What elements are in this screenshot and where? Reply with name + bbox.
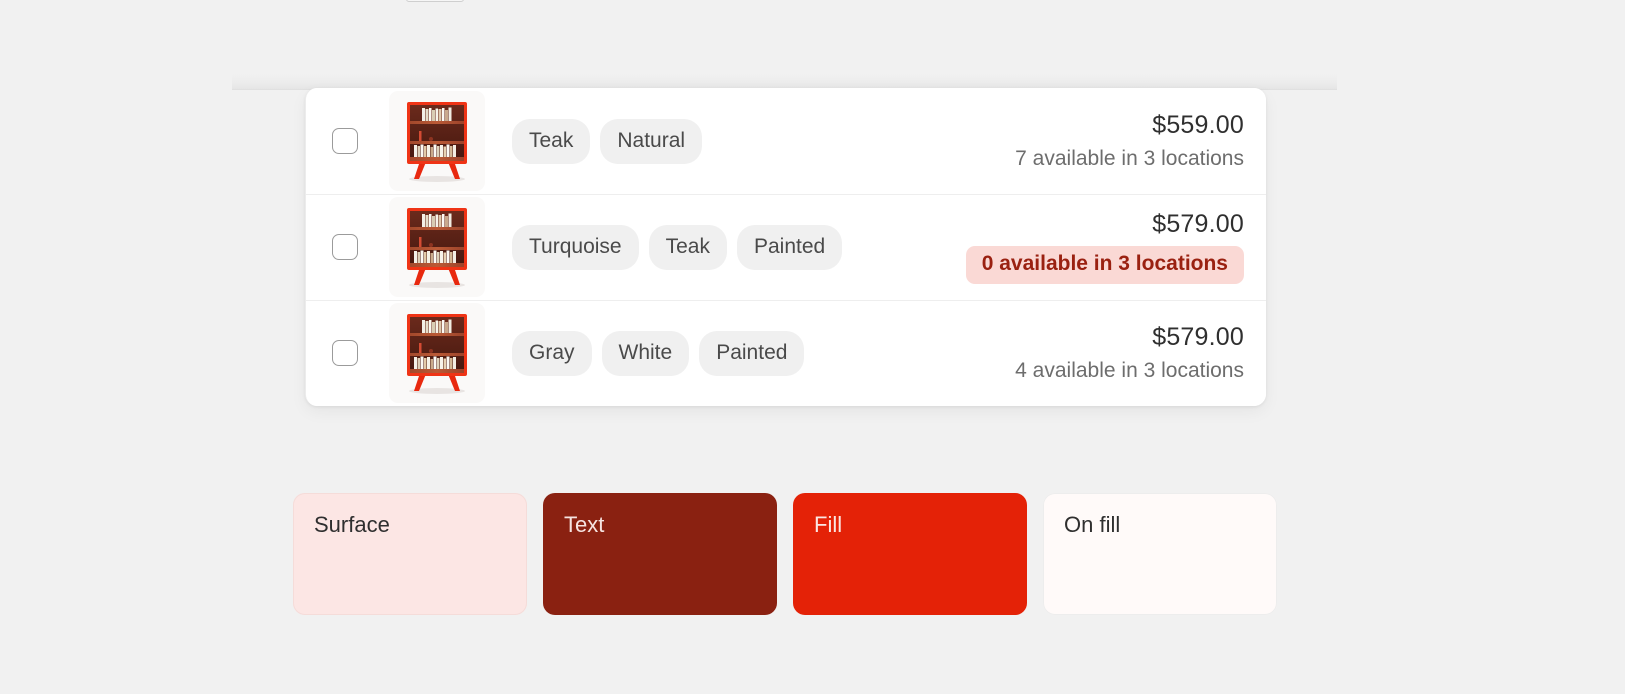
status-badge: 0 available in 3 locations	[965, 246, 1244, 284]
product-thumbnail-cell	[384, 88, 490, 194]
row-checkbox[interactable]	[332, 234, 358, 260]
variant-tag-chip[interactable]: Painted	[736, 224, 843, 270]
screen: Teak Natural $559.00 7 available in 3 lo…	[0, 0, 1625, 694]
bookshelf-icon	[389, 303, 485, 403]
table-row[interactable]: Gray White Painted $579.00 4 available i…	[306, 300, 1266, 406]
variant-tag-chip[interactable]: Turquoise	[512, 224, 639, 270]
row-select-cell	[306, 234, 384, 260]
product-variant-list: Teak Natural $559.00 7 available in 3 lo…	[305, 88, 1266, 406]
swatch-surface[interactable]: Surface	[293, 493, 527, 615]
table-row[interactable]: Turquoise Teak Painted $579.00 0 availab…	[306, 194, 1266, 300]
variant-info-cell: $559.00 7 available in 3 locations	[944, 111, 1244, 171]
variant-price: $559.00	[1152, 111, 1244, 139]
variant-availability: 7 available in 3 locations	[1015, 147, 1244, 170]
clipped-top-element	[406, 0, 464, 2]
bookshelf-icon	[389, 91, 485, 191]
variant-tag-chip[interactable]: Painted	[699, 330, 805, 376]
variant-info-cell: $579.00 4 available in 3 locations	[944, 323, 1244, 383]
product-thumbnail-cell	[384, 194, 490, 300]
swatch-text[interactable]: Text	[543, 493, 777, 615]
variant-tag-chip[interactable]: Teak	[512, 118, 591, 164]
swatch-label: Fill	[814, 512, 843, 537]
variant-info-cell: $579.00 0 available in 3 locations	[944, 210, 1244, 284]
variant-price: $579.00	[1152, 323, 1244, 351]
variant-tag-chip[interactable]: Natural	[600, 118, 703, 164]
swatch-label: Surface	[314, 512, 390, 537]
swatch-fill[interactable]: Fill	[793, 493, 1027, 615]
variant-tags: Teak Natural	[490, 118, 944, 164]
bookshelf-icon	[389, 197, 485, 297]
color-swatch-group: Surface Text Fill On fill	[293, 493, 1277, 615]
variant-tag-chip[interactable]: Gray	[512, 330, 592, 376]
variant-price: $579.00	[1152, 210, 1244, 238]
swatch-label: On fill	[1064, 512, 1121, 537]
row-select-cell	[306, 340, 384, 366]
swatch-label: Text	[564, 512, 605, 537]
row-select-cell	[306, 128, 384, 154]
variant-tags: Gray White Painted	[490, 330, 944, 376]
variant-tag-chip[interactable]: White	[601, 330, 690, 376]
row-checkbox[interactable]	[332, 340, 358, 366]
row-checkbox[interactable]	[332, 128, 358, 154]
variant-tags: Turquoise Teak Painted	[490, 224, 944, 270]
swatch-on-fill[interactable]: On fill	[1043, 493, 1277, 615]
variant-availability: 4 available in 3 locations	[1015, 359, 1244, 382]
table-row[interactable]: Teak Natural $559.00 7 available in 3 lo…	[306, 88, 1266, 194]
product-thumbnail-cell	[384, 300, 490, 406]
variant-tag-chip[interactable]: Teak	[648, 224, 727, 270]
